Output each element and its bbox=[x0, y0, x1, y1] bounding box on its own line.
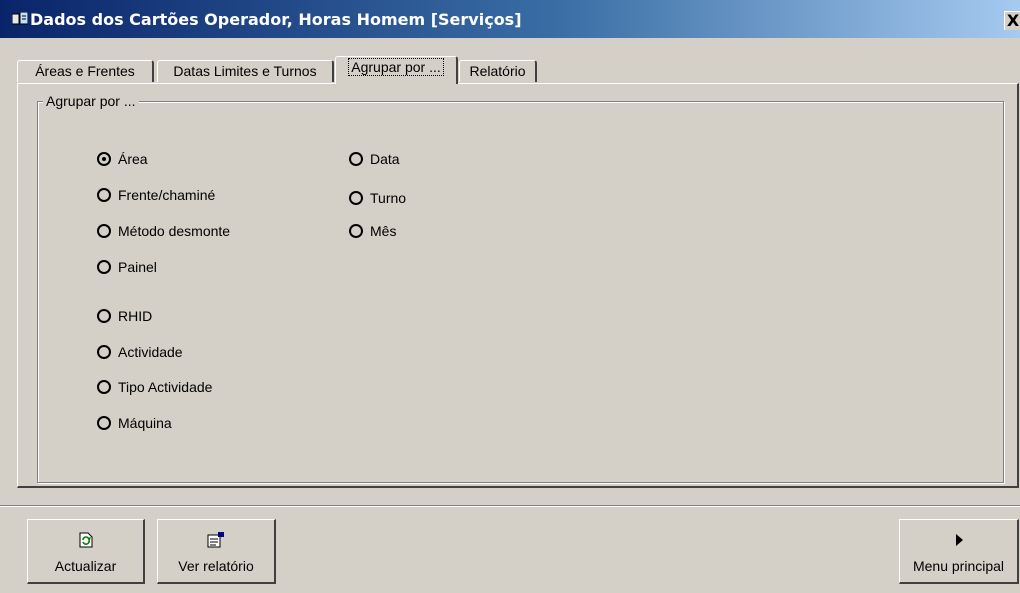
group-box bbox=[37, 101, 1004, 483]
radio-circle[interactable] bbox=[349, 191, 363, 205]
view-report-label: Ver relatório bbox=[178, 558, 254, 574]
window-title: Dados dos Cartões Operador, Horas Homem … bbox=[30, 10, 522, 29]
radio-label: Frente/chaminé bbox=[118, 187, 216, 203]
tab-label: Relatório bbox=[469, 63, 526, 79]
radio-circle[interactable] bbox=[97, 152, 111, 166]
radio-metodo[interactable]: Método desmonte bbox=[97, 221, 230, 241]
report-icon bbox=[158, 532, 274, 548]
tab-label: Áreas e Frentes bbox=[35, 63, 135, 79]
radio-circle[interactable] bbox=[97, 345, 111, 359]
tab-areas-frentes[interactable]: Áreas e Frentes bbox=[17, 60, 154, 82]
refresh-icon bbox=[28, 532, 143, 548]
radio-turno[interactable]: Turno bbox=[349, 188, 406, 208]
radio-label: Tipo Actividade bbox=[118, 379, 213, 395]
separator bbox=[0, 506, 1020, 507]
radio-label: Mês bbox=[370, 223, 397, 239]
radio-frente[interactable]: Frente/chaminé bbox=[97, 185, 215, 205]
refresh-label: Actualizar bbox=[54, 558, 117, 574]
close-button[interactable]: X bbox=[1004, 11, 1020, 30]
radio-label: Data bbox=[370, 151, 400, 167]
radio-tipo-actividade[interactable]: Tipo Actividade bbox=[97, 377, 212, 397]
radio-label: Método desmonte bbox=[118, 223, 231, 239]
radio-circle[interactable] bbox=[97, 224, 111, 238]
tab-agrupar[interactable]: Agrupar por ... bbox=[335, 56, 458, 84]
title-bar[interactable]: Dados dos Cartões Operador, Horas Homem … bbox=[0, 0, 1020, 38]
group-label: Agrupar por ... bbox=[43, 93, 139, 109]
refresh-button[interactable]: Actualizar bbox=[27, 519, 145, 584]
main-menu-label: Menu principal bbox=[912, 558, 1005, 574]
radio-actividade[interactable]: Actividade bbox=[97, 342, 183, 362]
radio-label: RHID bbox=[118, 308, 153, 324]
radio-mes[interactable]: Mês bbox=[349, 221, 396, 241]
play-arrow-icon bbox=[900, 532, 1017, 548]
radio-circle[interactable] bbox=[349, 152, 363, 166]
tab-label: Datas Limites e Turnos bbox=[173, 63, 317, 79]
radio-circle[interactable] bbox=[97, 380, 111, 394]
tab-label: Agrupar por ... bbox=[348, 58, 444, 76]
radio-circle[interactable] bbox=[349, 224, 363, 238]
radio-circle[interactable] bbox=[97, 188, 111, 202]
radio-circle[interactable] bbox=[97, 260, 111, 274]
radio-painel[interactable]: Painel bbox=[97, 257, 157, 277]
main-menu-button[interactable]: Menu principal bbox=[899, 519, 1019, 584]
tab-datas-limites[interactable]: Datas Limites e Turnos bbox=[157, 60, 334, 82]
radio-label: Painel bbox=[118, 259, 157, 275]
radio-circle[interactable] bbox=[97, 309, 111, 323]
radio-label: Turno bbox=[370, 190, 407, 206]
radio-data[interactable]: Data bbox=[349, 149, 400, 169]
tab-relatorio[interactable]: Relatório bbox=[459, 60, 537, 82]
radio-circle[interactable] bbox=[97, 416, 111, 430]
radio-maquina[interactable]: Máquina bbox=[97, 413, 172, 433]
app-icon bbox=[11, 11, 29, 26]
radio-rhid[interactable]: RHID bbox=[97, 306, 152, 326]
view-report-button[interactable]: Ver relatório bbox=[157, 519, 276, 584]
radio-label: Área bbox=[118, 151, 148, 167]
radio-label: Actividade bbox=[118, 344, 183, 360]
radio-label: Máquina bbox=[118, 415, 172, 431]
radio-area[interactable]: Área bbox=[97, 149, 148, 169]
